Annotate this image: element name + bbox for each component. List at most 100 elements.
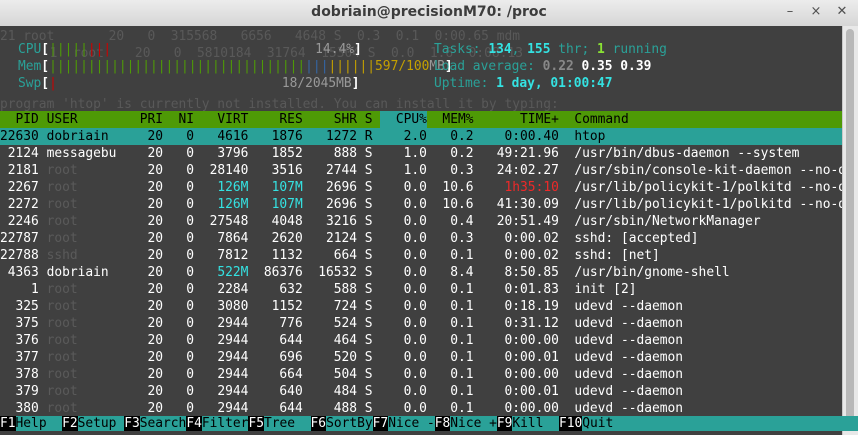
uptime-stat: Uptime: 1 day, 01:00:47 — [434, 75, 834, 92]
terminal-window: dobriain@precisionM70: /proc – × ✕ 21 ro… — [0, 0, 858, 435]
process-row[interactable]: 2246 root 20 0 27548 4048 3216 S 0.0 0.4… — [0, 213, 843, 230]
fkey-action: Tree — [263, 416, 311, 431]
cell-mem: 0.1 — [426, 367, 474, 382]
cell-res: 4048 — [248, 214, 303, 229]
cell-cpu: 0.0 — [380, 214, 427, 229]
cell-time: 49:21.96 — [473, 146, 559, 161]
cell-user: root — [38, 197, 125, 212]
cell-user: root — [38, 214, 125, 229]
column-header-time[interactable]: TIME+ — [473, 111, 559, 128]
cell-nice: 0 — [163, 350, 195, 365]
cell-res: 664 — [248, 367, 303, 382]
cell-cpu: 0.0 — [380, 316, 427, 331]
cell-shr: 2124 — [302, 231, 358, 246]
process-row[interactable]: 375 root 20 0 2944 776 524 S 0.0 0.1 0:3… — [0, 315, 843, 332]
cell-command: udevd --daemon — [558, 333, 684, 348]
process-row[interactable]: 379 root 20 0 2944 640 484 S 0.0 0.1 0:0… — [0, 383, 843, 400]
fkey-sortby-button[interactable]: F6SortBy — [310, 416, 373, 431]
fkey-quit-button[interactable]: F10Quit — [558, 416, 614, 431]
cell-user: root — [38, 163, 125, 178]
cell-nice: 0 — [163, 129, 195, 144]
fkey-label: F2 — [62, 416, 78, 431]
cell-time: 0:00.01 — [473, 384, 559, 399]
process-row-selected[interactable]: 22630 dobriain 20 0 4616 1876 1272 R 2.0… — [0, 128, 843, 145]
cell-time: 0:00.00 — [473, 333, 559, 348]
cell-shr: 888 — [302, 146, 358, 161]
fkey-tree-button[interactable]: F5Tree — [248, 416, 311, 431]
cell-time: 8:50.85 — [473, 265, 559, 280]
cell-res: 696 — [248, 350, 303, 365]
scrollbar-thumb[interactable] — [846, 29, 854, 429]
column-header-res[interactable]: RES — [248, 111, 302, 128]
scrollbar[interactable] — [842, 26, 858, 435]
process-row[interactable]: 22788 sshd 20 0 7812 1132 664 S 0.0 0.1 … — [0, 247, 843, 264]
column-header-priority[interactable]: PRI — [124, 111, 163, 128]
process-row[interactable]: 376 root 20 0 2944 644 464 S 0.0 0.1 0:0… — [0, 332, 843, 349]
close-icon[interactable]: ✕ — [834, 3, 850, 21]
cell-pid: 2267 — [0, 180, 39, 195]
fkey-setup-button[interactable]: F2Setup — [62, 416, 125, 431]
cell-priority: 20 — [124, 248, 163, 263]
process-row[interactable]: 377 root 20 0 2944 696 520 S 0.0 0.1 0:0… — [0, 349, 843, 366]
column-header-state[interactable]: S — [357, 111, 380, 128]
fkey-action: Quit — [582, 416, 614, 431]
terminal-area[interactable]: 21 root 20 0 315568 6656 4648 S 0.3 0.1 … — [0, 26, 858, 435]
fkey-action: Filter — [201, 416, 249, 431]
title-bar[interactable]: dobriain@precisionM70: /proc – × ✕ — [0, 0, 858, 27]
cell-nice: 0 — [163, 384, 195, 399]
cell-pid: 22787 — [0, 231, 39, 246]
fkey-label: F8 — [434, 416, 451, 431]
column-header-nice[interactable]: NI — [163, 111, 195, 128]
process-row[interactable]: 2272 root 20 0 126M 107M 2696 S 0.0 10.6… — [0, 196, 858, 213]
process-row[interactable]: 4363 dobriain 20 0 522M 86376 16532 S 0.… — [0, 264, 843, 281]
column-header-virt[interactable]: VIRT — [194, 111, 248, 128]
process-row[interactable]: 22787 root 20 0 7864 2620 2124 S 0.0 0.3… — [0, 230, 843, 247]
cell-cpu: 0.0 — [380, 333, 427, 348]
process-row[interactable]: 2181 root 20 0 28140 3516 2744 S 1.0 0.3… — [0, 162, 858, 179]
process-row[interactable]: 2267 root 20 0 126M 107M 2696 S 0.0 10.6… — [0, 179, 858, 196]
cell-priority: 20 — [124, 350, 163, 365]
cell-virt: 4616 — [194, 129, 249, 144]
cell-time: 20:51.49 — [473, 214, 559, 229]
fkey-label: F3 — [124, 416, 140, 431]
process-row[interactable]: 378 root 20 0 2944 664 504 S 0.0 0.1 0:0… — [0, 366, 843, 383]
load-1min: 0.22 — [542, 59, 574, 74]
process-row[interactable]: 1 root 20 0 2284 632 588 S 0.0 0.1 0:01.… — [0, 281, 843, 298]
cpu-meter: CPU[|||||||| 14.4%] — [18, 41, 398, 58]
column-header-shr[interactable]: SHR — [303, 111, 357, 128]
fkey-nice---button[interactable]: F7Nice - — [372, 416, 435, 431]
column-header-command[interactable]: Command — [559, 111, 628, 128]
cell-pid: 22788 — [0, 248, 39, 263]
cell-nice: 0 — [163, 248, 195, 263]
fkey-search-button[interactable]: F3Search — [124, 416, 187, 431]
cell-pid: 2124 — [0, 146, 39, 161]
cell-user: messagebu — [38, 146, 125, 161]
fkey-nice--button[interactable]: F8Nice + — [434, 416, 497, 431]
cell-time: 0:18.19 — [473, 299, 559, 314]
process-row[interactable]: 325 root 20 0 3080 1152 724 S 0.0 0.1 0:… — [0, 298, 843, 315]
cell-command: udevd --daemon — [558, 367, 684, 382]
fkey-help-button[interactable]: F1Help — [0, 416, 63, 431]
fkey-filter-button[interactable]: F4Filter — [186, 416, 249, 431]
cell-cpu: 0.0 — [380, 248, 427, 263]
column-header-pid[interactable]: PID — [0, 111, 39, 128]
column-header-user[interactable]: USER — [39, 111, 124, 128]
column-header-mem[interactable]: MEM% — [427, 111, 473, 128]
cell-priority: 20 — [124, 197, 163, 212]
cell-mem: 0.3 — [426, 163, 474, 178]
cell-time: 41:30.09 — [473, 197, 559, 212]
cell-state: S — [357, 265, 381, 280]
cell-command: udevd --daemon — [558, 350, 684, 365]
cell-command: init [2] — [558, 282, 637, 297]
minimize-icon[interactable]: – — [782, 3, 798, 21]
maximize-icon[interactable]: × — [808, 3, 824, 21]
column-header-cpu[interactable]: CPU% — [380, 111, 427, 128]
fkey-kill-button[interactable]: F9Kill — [496, 416, 559, 431]
process-row[interactable]: 2124 messagebu 20 0 3796 1852 888 S 1.0 … — [0, 145, 843, 162]
cell-shr: 2696 — [302, 197, 358, 212]
cell-shr: 2696 — [302, 180, 358, 195]
cell-state: S — [357, 299, 381, 314]
cell-nice: 0 — [163, 367, 195, 382]
cell-cpu: 1.0 — [380, 163, 427, 178]
cell-mem: 0.2 — [426, 146, 474, 161]
